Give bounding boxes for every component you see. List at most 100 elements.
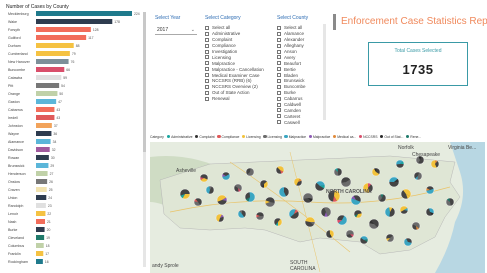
checkbox-icon[interactable]: [205, 61, 209, 66]
checkbox-icon[interactable]: [205, 67, 209, 72]
checkbox-icon[interactable]: [205, 31, 209, 36]
checkbox-icon[interactable]: [277, 37, 281, 42]
category-option-label: Malpractice - Cancellation: [212, 66, 264, 72]
case-pie-marker: [350, 194, 362, 206]
map-legend: Category Administrative Complaint Complian…: [150, 133, 485, 140]
map-legend-item[interactable]: Medical ca...: [332, 134, 356, 139]
category-option[interactable]: NCCSRS Overview (2): [205, 84, 264, 90]
checkbox-icon[interactable]: [277, 49, 281, 54]
county-option-label: Caldwell: [284, 102, 302, 108]
bar: [36, 115, 55, 120]
map-label-chesapeake: Chesapeake: [412, 152, 441, 158]
map-legend-item[interactable]: Malpractice: [284, 135, 306, 139]
bar-category-label: Pitt: [8, 84, 13, 88]
county-option-label: Cabarrus: [284, 96, 303, 102]
bar-category-label: New Hanover: [8, 60, 31, 64]
county-map[interactable]: Norfolk Chesapeake Virginia Be... Ashevi…: [150, 142, 485, 273]
checkbox-icon[interactable]: [277, 120, 281, 125]
legend-dot-icon: [217, 134, 221, 139]
checkbox-icon[interactable]: [205, 96, 209, 101]
county-option-label: Caswell: [284, 119, 300, 125]
bar: [36, 187, 47, 192]
year-dropdown[interactable]: 2017 ⌄: [155, 25, 197, 35]
checkbox-icon[interactable]: [277, 61, 281, 66]
case-pie-marker: [245, 167, 255, 177]
bar-value-label: 79: [72, 52, 76, 56]
checkbox-icon[interactable]: [205, 55, 209, 60]
map-legend-item[interactable]: Licensing: [241, 135, 261, 139]
bar-value-label: 32: [52, 148, 56, 152]
bar: [36, 35, 87, 40]
checkbox-icon[interactable]: [205, 78, 209, 83]
checkbox-icon[interactable]: [205, 84, 209, 89]
checkbox-icon[interactable]: [277, 96, 281, 101]
case-pie-marker: [193, 197, 203, 207]
checkbox-icon[interactable]: [277, 67, 281, 72]
category-option-label: Complaint: [212, 37, 233, 43]
map-label-virginia-beach: Virginia Be...: [448, 145, 477, 151]
map-legend-item[interactable]: NCCSRS: [358, 135, 377, 139]
map-legend-item[interactable]: Administrative: [166, 134, 192, 139]
checkbox-icon[interactable]: [277, 90, 281, 95]
case-pie-marker: [273, 217, 283, 227]
checkbox-icon[interactable]: [205, 49, 209, 54]
checkbox-icon[interactable]: [277, 55, 281, 60]
case-pie-marker: [237, 209, 247, 219]
map-label-andy-sprole: andy Sprole: [152, 263, 179, 269]
checkbox-icon[interactable]: [277, 25, 281, 30]
category-option-label: Licensing: [212, 54, 232, 60]
county-option[interactable]: Caswell: [277, 119, 306, 125]
checkbox-icon[interactable]: [205, 90, 209, 95]
checkbox-icon[interactable]: [205, 43, 209, 48]
legend-dot-icon: [166, 134, 171, 139]
map-legend-item[interactable]: Licensing: [263, 135, 282, 139]
county-option-label: Camden: [284, 107, 302, 113]
checkbox-icon[interactable]: [277, 43, 281, 48]
checkbox-icon[interactable]: [277, 31, 281, 36]
bar-category-label: Lenoir: [8, 212, 19, 216]
checkbox-icon[interactable]: [205, 25, 209, 30]
county-option-label: Select all: [284, 25, 303, 31]
legend-dot-icon: [332, 134, 337, 139]
category-option[interactable]: Medical Examiner Case: [205, 72, 264, 78]
checkbox-icon[interactable]: [277, 78, 281, 83]
bar-category-label: Nash: [8, 220, 16, 224]
legend-dot-icon: [405, 134, 410, 139]
county-slicer-scrollbar[interactable]: [323, 24, 326, 120]
bar-category-label: Orange: [8, 92, 20, 96]
checkbox-icon[interactable]: [277, 84, 281, 89]
checkbox-icon[interactable]: [277, 108, 281, 113]
category-option-label: Select all: [212, 25, 231, 31]
bar-category-label: Onslow: [8, 180, 20, 184]
bar-category-label: Gaston: [8, 100, 20, 104]
bar-value-label: 43: [56, 108, 60, 112]
title-accent-bar: [333, 14, 336, 30]
bar: [36, 75, 62, 80]
case-pie-marker: [359, 235, 369, 245]
map-legend-item[interactable]: Compliance: [217, 135, 239, 139]
checkbox-icon[interactable]: [277, 114, 281, 119]
bar-category-label: Columbus: [8, 244, 24, 248]
case-pie-marker: [244, 191, 256, 203]
map-legend-label: Rene...: [410, 134, 422, 139]
map-legend-item[interactable]: Out of Stat...: [379, 135, 403, 139]
map-legend-item[interactable]: Rene...: [405, 134, 422, 139]
case-pie-marker: [413, 171, 423, 181]
checkbox-icon[interactable]: [205, 73, 209, 78]
bar-value-label: 17: [45, 252, 49, 256]
bar: [36, 27, 91, 32]
checkbox-icon[interactable]: [277, 102, 281, 107]
bar-category-label: Guilford: [8, 36, 21, 40]
bar: [36, 155, 49, 160]
bar: [36, 211, 46, 216]
county-option-label: Alleghany: [284, 43, 304, 49]
map-legend-item[interactable]: Malpractice: [308, 135, 330, 139]
checkbox-icon[interactable]: [277, 73, 281, 78]
bar-category-label: Forsyth: [8, 28, 20, 32]
case-pie-marker: [395, 159, 405, 169]
map-legend-item[interactable]: Complaint: [194, 135, 215, 139]
chevron-down-icon[interactable]: ⌄: [191, 27, 195, 33]
checkbox-icon[interactable]: [205, 37, 209, 42]
category-option[interactable]: Malpractice - Cancellation: [205, 66, 264, 72]
category-option[interactable]: Renewal: [205, 96, 264, 102]
